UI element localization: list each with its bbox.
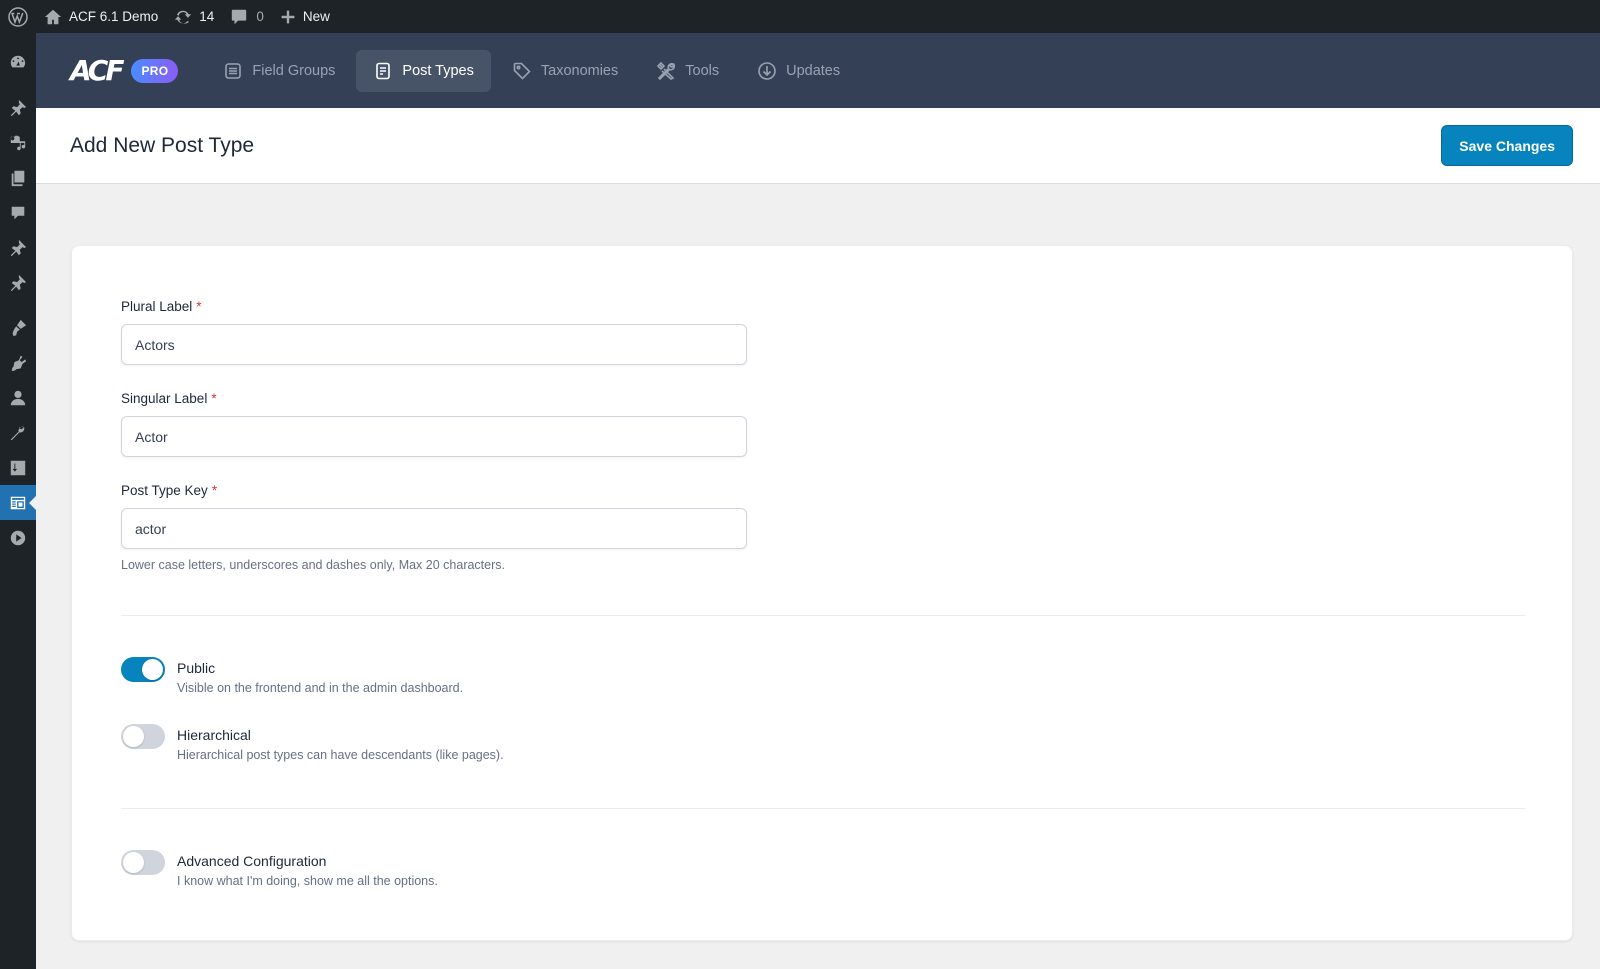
download-circle-icon (758, 61, 776, 80)
play-icon (10, 530, 26, 545)
section-divider (121, 615, 1525, 616)
comment-bubble-icon (232, 9, 247, 24)
sidebar-item-media-player[interactable] (0, 520, 36, 555)
appearance-brush-icon (12, 319, 27, 336)
tab-label: Taxonomies (540, 62, 619, 79)
required-mark: * (211, 391, 217, 406)
post-type-form-card: Plural Label* Singular Label* Post Type … (71, 245, 1573, 941)
singular-label-label: Singular Label * (121, 391, 217, 406)
tab-updates[interactable]: Updates (740, 50, 857, 92)
plural-label-label: Plural Label * (121, 299, 202, 314)
updates-refresh-icon (175, 10, 192, 24)
tools-icon (657, 61, 676, 80)
acf-wordmark: ACF (70, 54, 125, 87)
users-icon (10, 390, 26, 405)
advanced-configuration-toggle[interactable] (121, 850, 165, 875)
new-label: New (302, 9, 330, 24)
plural-label-input[interactable] (121, 324, 747, 365)
tools-wrench-icon (10, 426, 25, 440)
comments-count: 0 (256, 9, 264, 24)
toggle-knob (142, 659, 163, 680)
tab-label: Updates (786, 62, 841, 79)
sidebar-item-settings[interactable] (0, 450, 36, 485)
sidebar-item-acf[interactable] (0, 485, 36, 520)
home-icon (44, 9, 62, 24)
advanced-toggle-row: Advanced Configuration I know what I'm d… (121, 850, 438, 888)
advanced-title: Advanced Configuration (177, 853, 327, 869)
tag-icon (513, 62, 531, 80)
hierarchical-toggle-row: Hierarchical Hierarchical post types can… (121, 724, 504, 762)
admin-sidebar (0, 33, 36, 969)
site-name: ACF 6.1 Demo (69, 9, 159, 24)
sidebar-item-custom-post-1[interactable] (0, 230, 36, 265)
save-changes-button[interactable]: Save Changes (1441, 125, 1573, 166)
toggle-knob (123, 852, 144, 873)
sidebar-item-users[interactable] (0, 380, 36, 415)
sidebar-item-appearance[interactable] (0, 310, 36, 345)
comments-icon (11, 206, 25, 219)
settings-sliders-icon (10, 460, 26, 475)
acf-header-nav: ACF PRO Field Groups Post Types Taxonomi… (36, 33, 1600, 108)
singular-label-input[interactable] (121, 416, 747, 457)
site-name-link[interactable]: ACF 6.1 Demo (36, 0, 166, 33)
pro-badge: PRO (131, 58, 179, 83)
post-type-key-label: Post Type Key * (121, 483, 218, 498)
sidebar-item-tools[interactable] (0, 415, 36, 450)
singular-label-field: Singular Label * (121, 390, 747, 457)
sidebar-item-pages[interactable] (0, 160, 36, 195)
acf-icon (10, 496, 26, 509)
tab-label: Post Types (402, 62, 474, 79)
dashboard-icon (10, 55, 26, 67)
comments-link[interactable]: 0 (222, 0, 272, 33)
public-toggle[interactable] (121, 657, 165, 682)
plugins-icon (11, 355, 27, 371)
section-divider (121, 808, 1525, 809)
sidebar-item-media[interactable] (0, 125, 36, 160)
tab-taxonomies[interactable]: Taxonomies (495, 50, 635, 92)
field-groups-icon (225, 62, 242, 79)
admin-bar: ACF 6.1 Demo 14 0 New (0, 0, 1600, 33)
public-description: Visible on the frontend and in the admin… (177, 681, 464, 695)
required-mark: * (196, 299, 202, 314)
plus-icon (281, 10, 295, 23)
public-title: Public (177, 660, 216, 676)
hierarchical-title: Hierarchical (177, 727, 251, 743)
public-toggle-row: Public Visible on the frontend and in th… (121, 657, 463, 695)
new-content-link[interactable]: New (272, 0, 338, 33)
acf-logo: ACF PRO (70, 54, 179, 87)
updates-link[interactable]: 14 (166, 0, 222, 33)
tab-tools[interactable]: Tools (639, 50, 736, 92)
page-title: Add New Post Type (70, 133, 255, 157)
post-type-key-field: Post Type Key* Lower case letters, under… (121, 482, 747, 572)
tab-label: Tools (685, 62, 720, 79)
required-mark: * (211, 483, 218, 498)
post-types-icon (376, 62, 391, 79)
plural-label-field: Plural Label * (121, 298, 747, 365)
page-header: Add New Post Type Save Changes (36, 108, 1600, 184)
advanced-description: I know what I'm doing, show me all the o… (177, 874, 438, 888)
sidebar-item-posts[interactable] (0, 90, 36, 125)
custom-pin-icon (10, 274, 27, 291)
hierarchical-description: Hierarchical post types can have descend… (177, 748, 504, 762)
tab-post-types[interactable]: Post Types (356, 49, 491, 92)
custom-pin-icon (10, 239, 27, 256)
wordpress-logo-button[interactable] (0, 0, 36, 33)
toggle-knob (123, 726, 144, 747)
sidebar-item-custom-post-2[interactable] (0, 265, 36, 300)
updates-count: 14 (199, 9, 215, 24)
post-type-key-input[interactable] (121, 508, 747, 549)
tab-label: Field Groups (252, 62, 336, 79)
wordpress-logo-icon (8, 6, 28, 27)
sidebar-item-comments[interactable] (0, 195, 36, 230)
posts-pin-icon (10, 99, 27, 116)
sidebar-item-plugins[interactable] (0, 345, 36, 380)
hierarchical-toggle[interactable] (121, 724, 165, 749)
tab-field-groups[interactable]: Field Groups (206, 50, 352, 92)
post-type-key-help: Lower case letters, underscores and dash… (121, 558, 505, 572)
media-icon (10, 135, 26, 150)
sidebar-item-dashboard[interactable] (0, 44, 36, 79)
pages-icon (11, 170, 25, 186)
